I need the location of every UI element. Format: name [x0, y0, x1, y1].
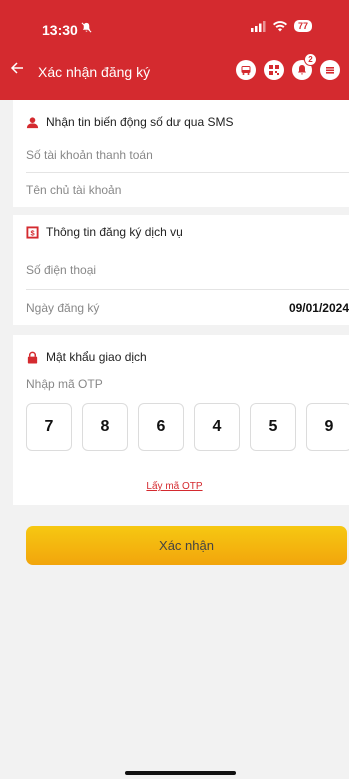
otp-input-row: 7 8 6 4 5 9	[26, 403, 349, 451]
lock-icon	[27, 351, 38, 364]
password-section-title: Mật khẩu giao dịch	[26, 350, 147, 364]
mute-bell-icon	[81, 22, 92, 36]
account-number-field[interactable]: Số tài khoản thanh toán	[26, 137, 349, 173]
account-holder-placeholder: Tên chủ tài khoản	[26, 183, 122, 197]
sms-section: Nhận tin biến động số dư qua SMS Số tài …	[13, 100, 349, 207]
otp-digit-3[interactable]: 6	[138, 403, 184, 451]
sms-section-title: Nhận tin biến động số dư qua SMS	[26, 115, 234, 129]
otp-digit-1[interactable]: 7	[26, 403, 72, 451]
bus-icon[interactable]	[236, 60, 256, 80]
account-number-placeholder: Số tài khoản thanh toán	[26, 147, 153, 162]
otp-digit-2[interactable]: 8	[82, 403, 128, 451]
app-header: 13:30 77 Xác nhận đăng ký 2	[0, 0, 349, 100]
status-time: 13:30	[42, 22, 78, 38]
otp-digit-4[interactable]: 4	[194, 403, 240, 451]
status-right: 77	[250, 20, 312, 32]
account-holder-field[interactable]: Tên chủ tài khoản	[26, 173, 349, 207]
notification-badge: 2	[304, 53, 317, 66]
service-section-title: $ Thông tin đăng ký dịch vụ	[26, 225, 183, 239]
home-indicator	[125, 771, 236, 775]
password-section-label: Mật khẩu giao dịch	[46, 350, 147, 364]
register-date-field: Ngày đăng ký 09/01/2024	[26, 290, 349, 325]
page-title: Xác nhận đăng ký	[38, 64, 151, 80]
sms-section-label: Nhận tin biến động số dư qua SMS	[46, 115, 234, 129]
back-arrow-icon[interactable]	[10, 61, 24, 77]
get-otp-link[interactable]: Lấy mã OTP	[0, 481, 349, 492]
otp-label: Nhập mã OTP	[26, 377, 103, 391]
battery-icon: 77	[293, 20, 312, 32]
user-icon	[26, 116, 39, 128]
wifi-icon	[272, 20, 287, 31]
phone-field[interactable]: Số điện thoại	[26, 251, 349, 290]
header-actions: 2	[236, 53, 340, 80]
register-date-label: Ngày đăng ký	[26, 300, 100, 315]
qr-code-icon[interactable]	[264, 60, 284, 80]
notification-bell-icon[interactable]: 2	[292, 53, 317, 80]
menu-icon[interactable]	[320, 60, 340, 80]
dollar-icon: $	[26, 225, 39, 239]
otp-digit-6[interactable]: 9	[306, 403, 349, 451]
register-date-value: 09/01/2024	[288, 300, 349, 315]
confirm-button[interactable]: Xác nhận	[26, 526, 347, 565]
otp-digit-5[interactable]: 5	[250, 403, 296, 451]
phone-label: Số điện thoại	[26, 263, 97, 277]
service-section-label: Thông tin đăng ký dịch vụ	[46, 225, 183, 239]
service-section: $ Thông tin đăng ký dịch vụ Số điện thoạ…	[13, 215, 349, 325]
signal-icon	[250, 20, 266, 32]
